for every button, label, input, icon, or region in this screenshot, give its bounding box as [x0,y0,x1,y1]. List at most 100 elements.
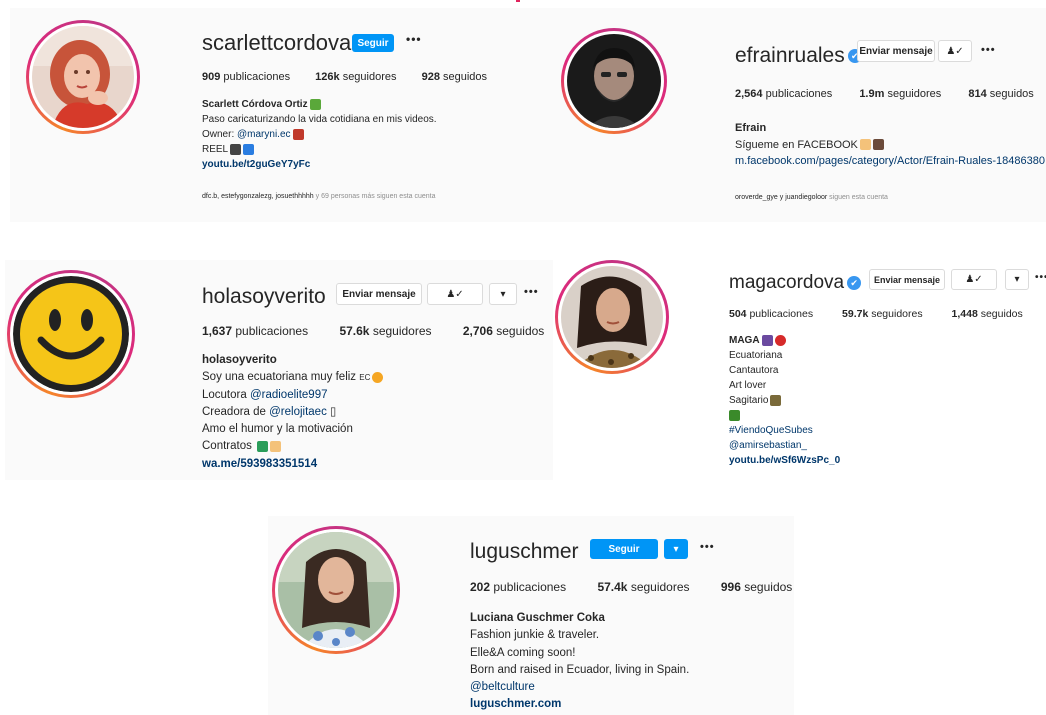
profile-stats: 2,564 publicaciones 1.9m seguidores 814 … [735,88,1034,100]
options-button[interactable]: ••• [700,541,715,553]
avatar[interactable] [278,532,394,648]
profile-bio: holasoyverito Soy una ecuatoriana muy fe… [202,352,384,473]
full-name: holasoyverito [202,354,277,366]
followers-stat[interactable]: 126k seguidores [315,71,396,83]
profile-card-lugu: luguschmer Seguir ▾ ••• 202 publicacione… [268,516,794,715]
posts-stat: 504 publicaciones [729,308,814,320]
username: luguschmer [470,540,579,563]
follow-button[interactable]: Seguir [590,539,658,559]
followers-stat[interactable]: 59.7k seguidores [842,308,923,320]
bio-line: Elle&A coming soon! [470,646,576,659]
following-stat[interactable]: 814 seguidos [968,88,1033,100]
owner-mention-link[interactable]: @maryni.ec [237,129,291,140]
mermaid-emoji-icon [761,334,773,346]
profile-bio: Scarlett Córdova Ortiz Paso caricaturiza… [202,97,437,172]
person-check-icon: ♟✓ [965,274,983,285]
suggestions-dropdown-button[interactable]: ▾ [664,539,688,559]
emoji-line [729,408,840,423]
following-stat[interactable]: 996 seguidos [721,580,792,594]
send-message-button[interactable]: Enviar mensaje [857,40,935,62]
following-stat[interactable]: 928 seguidos [422,71,487,83]
website-link[interactable]: wa.me/593983351514 [202,456,383,473]
relojita-mention-link[interactable]: @relojitaec [269,406,327,418]
profile-bio: Efrain Sígueme en FACEBOOK m.facebook.co… [735,120,1045,170]
posts-stat: 202 publicaciones [470,580,567,594]
profile-card-efrain: efrainruales ✔ Enviar mensaje ♟✓ ••• 2,56… [553,8,1046,222]
following-status-button[interactable]: ♟✓ [951,269,997,290]
avatar[interactable] [32,26,134,128]
bio-line: Amo el humor y la motivación [202,423,353,435]
follow-button[interactable]: Seguir [352,34,394,52]
bio-line: Soy una ecuatoriana muy feliz EC [202,369,384,386]
flag-ec-icon: EC [359,373,371,383]
website-link[interactable]: luguschmer.com [470,696,689,713]
profile-bio: MAGA Ecuatoriana Cantautora Art lover Sa… [729,333,840,468]
clapper-emoji-icon [230,143,242,155]
pointing-emoji-icon [859,139,871,151]
owner-line: Owner: @maryni.ec [202,127,437,142]
posts-stat: 909 publicaciones [202,71,291,83]
full-name: Scarlett Córdova Ortiz [202,97,437,112]
website-link[interactable]: m.facebook.com/pages/category/Actor/Efra… [735,153,1045,170]
phone-emoji-icon [257,440,269,452]
options-button[interactable]: ••• [406,32,422,46]
profile-bio: Luciana Guschmer Coka Fashion junkie & t… [470,610,689,714]
creadora-line: Creadora de @relojitaec ▯ [202,405,337,418]
user-mention-link[interactable]: @amirsebastian_ [729,438,840,453]
user-mention-link[interactable]: @beltculture [470,679,689,696]
person-emoji-icon [872,139,884,151]
profile-card-maga: magacordova✔ Enviar mensaje ♟✓ ▾ ••• 504… [553,258,1046,480]
send-message-button[interactable]: Enviar mensaje [336,283,422,305]
followed-by[interactable]: oroverde_gye y juandiegoloor siguen esta… [735,194,888,201]
bio-line: Sagitario [729,393,840,408]
cactus-emoji-icon [309,98,321,110]
hashtag-link[interactable]: #ViendoQueSubes [729,423,840,438]
followed-by[interactable]: dfc.b, estefygonzalezg, josuethhhhh y 69… [202,193,436,200]
bio-line: Art lover [729,380,767,391]
avatar[interactable] [561,266,663,368]
verified-badge-icon: ✔ [847,275,862,290]
following-status-button[interactable]: ♟✓ [938,40,972,62]
options-button[interactable]: ••• [524,286,539,298]
followers-stat[interactable]: 57.4k seguidores [597,580,689,594]
contratos-line: Contratos [202,438,383,455]
following-stat[interactable]: 1,448 seguidos [952,308,1023,320]
bio-line: Ecuatoriana [729,350,783,361]
suggestions-dropdown-button[interactable]: ▾ [1005,269,1029,290]
reel-line: REEL [202,142,437,157]
username: scarlettcordova9 [202,30,364,55]
profile-stats: 909 publicaciones 126k seguidores 928 se… [202,71,487,83]
options-button[interactable]: ••• [981,44,996,56]
website-link[interactable]: youtu.be/t2guGeY7yFc [202,157,437,172]
posts-stat: 2,564 publicaciones [735,88,833,100]
full-name: MAGA [729,333,840,348]
username: efrainruales ✔ [735,44,862,68]
website-link[interactable]: youtu.be/wSf6WzsPc_0 [729,453,840,468]
bio-line: Born and raised in Ecuador, living in Sp… [470,663,690,676]
profile-card-verito: holasoyverito Enviar mensaje ♟✓ ▾ ••• 1,… [5,260,558,480]
following-stat[interactable]: 2,706 seguidos [463,324,544,338]
profile-stats: 202 publicaciones 57.4k seguidores 996 s… [470,580,792,594]
bio-line: Paso caricaturizando la vida cotidiana e… [202,114,437,125]
sagittarius-emoji-icon [770,394,782,406]
lips-emoji-icon [774,334,786,346]
bio-line: Sígueme en FACEBOOK [735,137,1045,154]
followers-stat[interactable]: 57.6k seguidores [339,324,431,338]
red-mark [516,0,520,2]
person-check-icon: ♟✓ [446,288,464,300]
following-status-button[interactable]: ♟✓ [427,283,483,305]
avatar[interactable] [567,34,661,128]
send-message-button[interactable]: Enviar mensaje [869,269,945,290]
profile-card-scarlett: scarlettcordova9 Seguir ••• 909 publicac… [10,8,553,222]
followers-stat[interactable]: 1.9m seguidores [859,88,941,100]
suggestions-dropdown-button[interactable]: ▾ [489,283,517,305]
locutora-line: Locutora @radioelite997 [202,388,328,401]
star-eyes-emoji-icon [372,371,384,383]
username: magacordova ✔ [729,272,862,294]
options-button[interactable]: ••• [1035,272,1046,283]
full-name: Luciana Guschmer Coka [470,612,605,624]
avatar[interactable] [13,276,129,392]
profile-stats: 504 publicaciones 59.7k seguidores 1,448… [729,308,1023,320]
radio-mention-link[interactable]: @radioelite997 [250,389,328,401]
profile-stats: 1,637 publicaciones 57.6k seguidores 2,7… [202,324,544,338]
